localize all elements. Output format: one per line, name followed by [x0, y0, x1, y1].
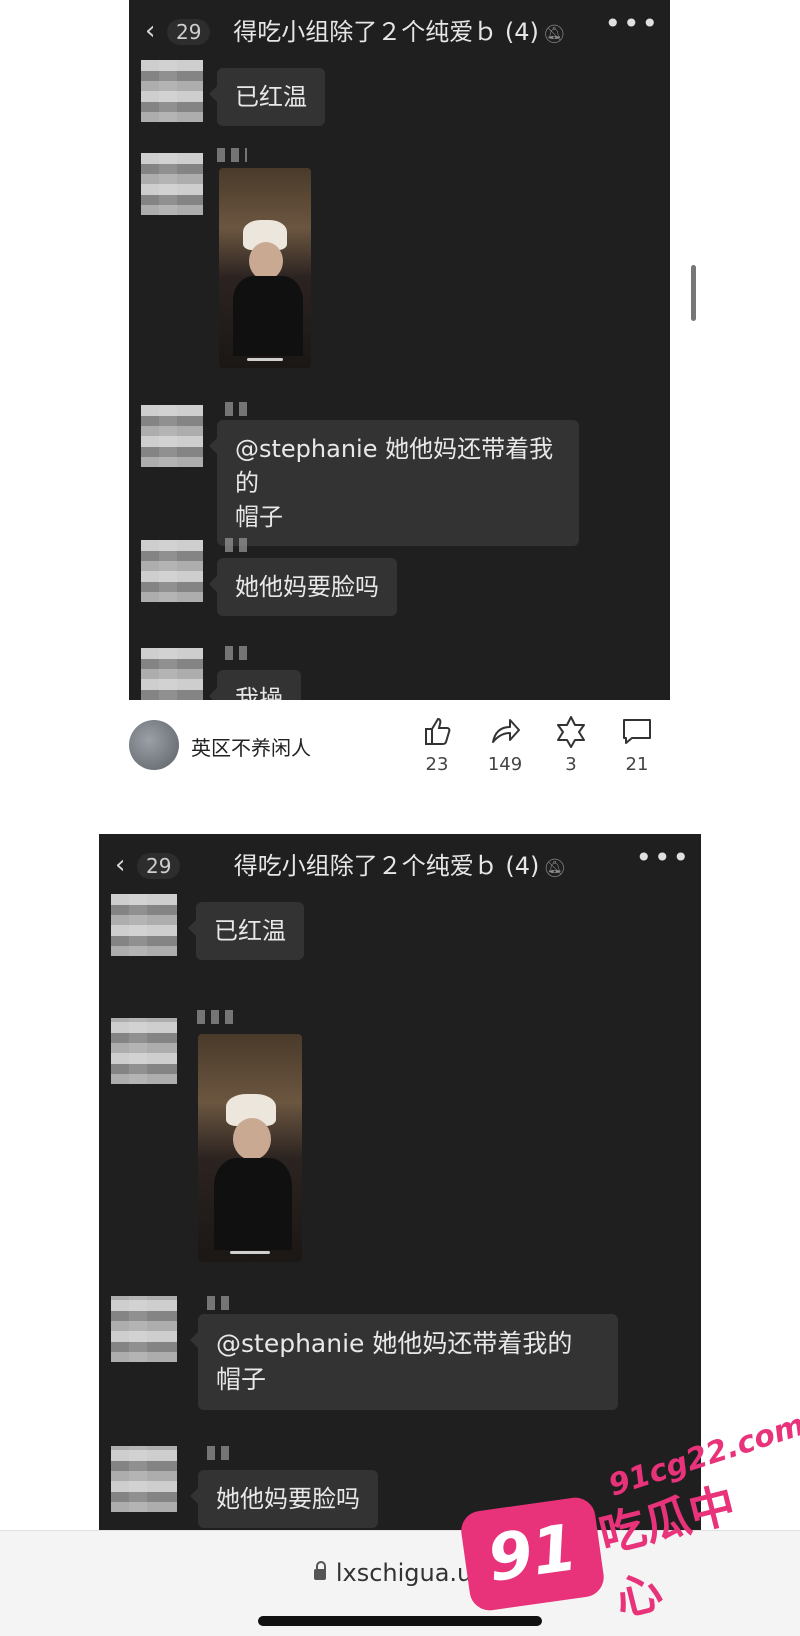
share-arrow-icon	[475, 714, 535, 750]
scrollbar-thumb[interactable]	[691, 265, 696, 321]
photo-face	[233, 1118, 271, 1160]
member-avatar[interactable]	[141, 153, 203, 215]
photo-bar	[230, 1251, 270, 1254]
bell-slash-icon: 🔕︎	[542, 24, 566, 45]
like-button[interactable]: 23	[407, 714, 467, 775]
chat-title-text: 得吃小组除了２个纯爱ｂ (4)	[233, 852, 540, 880]
message-bubble[interactable]: 已红温	[188, 902, 304, 960]
more-dots-icon[interactable]: •••	[635, 844, 691, 872]
sender-name-redacted	[225, 538, 249, 552]
message-text: 帽子	[216, 1365, 267, 1394]
member-avatar[interactable]	[111, 1018, 177, 1084]
speech-bubble-icon	[607, 714, 667, 750]
sender-name-redacted	[225, 646, 249, 660]
share-button[interactable]: 149	[475, 714, 535, 775]
chat-header: ‹ 29 得吃小组除了２个纯爱ｂ (4) 🔕︎ •••	[99, 834, 701, 898]
star-hexagon-icon	[541, 714, 601, 750]
message-text: 她他妈要脸吗	[235, 573, 379, 601]
watermark-logo: 91 91cg22.com 吃瓜中心	[458, 1407, 800, 1627]
message-text: @stephanie 她他妈还带着我的	[235, 435, 554, 497]
favorite-count: 3	[565, 754, 577, 775]
photo-body	[214, 1158, 292, 1250]
member-avatar[interactable]	[141, 405, 203, 467]
thumbs-up-icon	[407, 714, 467, 750]
member-avatar[interactable]	[141, 540, 203, 602]
message-text: 已红温	[235, 83, 307, 111]
post-footer: 英区不养闲人 23 149 3 21	[129, 700, 670, 790]
more-dots-icon[interactable]: •••	[604, 10, 660, 38]
image-message[interactable]	[198, 1034, 302, 1262]
photo-bar	[247, 358, 283, 361]
message-text: 我操	[235, 685, 283, 700]
author-avatar[interactable]	[129, 720, 179, 770]
member-avatar[interactable]	[111, 1446, 177, 1512]
chat-screenshot-1: ‹ 29 得吃小组除了２个纯爱ｂ (4) 🔕︎ ••• 已红温 @stephani…	[129, 0, 670, 700]
member-avatar[interactable]	[141, 648, 203, 700]
message-text: 已红温	[214, 917, 286, 945]
favorite-button[interactable]: 3	[541, 714, 601, 775]
sender-name-redacted	[197, 1010, 235, 1024]
message-bubble[interactable]: 我操	[209, 670, 301, 700]
photo-face	[249, 242, 283, 280]
sender-name-redacted	[207, 1446, 233, 1460]
sender-name-redacted	[217, 148, 247, 162]
message-text: @stephanie 她他妈还带着我的	[216, 1329, 573, 1358]
like-count: 23	[425, 754, 449, 775]
comment-count: 21	[625, 754, 649, 775]
chat-title: 得吃小组除了２个纯爱ｂ (4) 🔕︎	[129, 18, 670, 49]
author-name[interactable]: 英区不养闲人	[191, 732, 311, 761]
chat-title-text: 得吃小组除了２个纯爱ｂ (4)	[233, 18, 539, 46]
message-bubble[interactable]: 她他妈要脸吗	[209, 558, 397, 616]
chat-title: 得吃小组除了２个纯爱ｂ (4) 🔕︎	[99, 852, 701, 883]
share-count: 149	[487, 754, 523, 775]
sender-name-redacted	[225, 402, 249, 416]
message-bubble[interactable]: @stephanie 她他妈还带着我的帽子	[209, 420, 579, 546]
bell-slash-icon: 🔕︎	[543, 858, 567, 879]
message-text: 她他妈要脸吗	[216, 1485, 360, 1513]
photo-body	[233, 276, 303, 356]
chat-header: ‹ 29 得吃小组除了２个纯爱ｂ (4) 🔕︎ •••	[129, 0, 670, 64]
member-avatar[interactable]	[141, 60, 203, 122]
member-avatar[interactable]	[111, 1296, 177, 1362]
comment-button[interactable]: 21	[607, 714, 667, 775]
sender-name-redacted	[207, 1296, 233, 1310]
lock-icon	[313, 1561, 326, 1580]
url-text: lxschigua.uk	[335, 1559, 487, 1587]
image-message[interactable]	[219, 168, 311, 368]
watermark-badge: 91	[458, 1495, 607, 1613]
message-bubble[interactable]: 她他妈要脸吗	[190, 1470, 378, 1528]
message-bubble[interactable]: @stephanie 她他妈还带着我的 帽子	[190, 1314, 618, 1410]
message-bubble[interactable]: 已红温	[209, 68, 325, 126]
message-text: 帽子	[235, 503, 283, 531]
member-avatar[interactable]	[111, 894, 177, 956]
